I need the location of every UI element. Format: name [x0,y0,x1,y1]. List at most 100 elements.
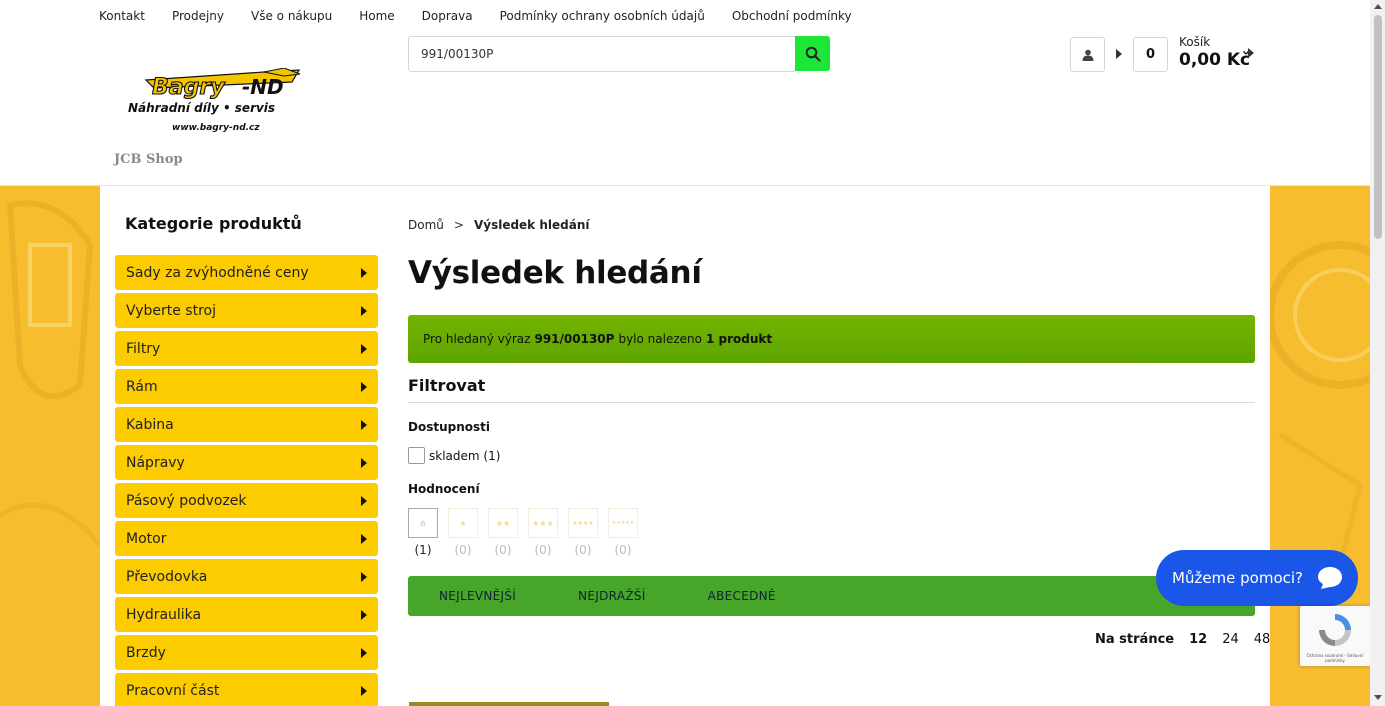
scrollbar-thumb[interactable] [1374,15,1382,239]
category-label: Nápravy [126,454,185,471]
rating-option-4[interactable]: ★★★★ (0) [568,508,598,557]
search-icon [805,46,821,62]
rating-filter: ☆ (1) ★ (0) ★★ (0) ★★★ (0) ★★★★ (0) ★★★★★ (0) [408,508,648,557]
breadcrumb-separator: > [453,218,464,232]
breadcrumb-current: Výsledek hledání [473,218,590,232]
cart-count-badge[interactable]: 0 [1133,37,1168,72]
rating-option-5[interactable]: ★★★★★ (0) [608,508,638,557]
star-icon[interactable]: ★★★ [528,508,558,538]
category-label: Sady za zvýhodněné ceny [126,264,309,281]
category-motor[interactable]: Motor [115,521,378,556]
sort-cheapest[interactable]: NEJLEVNĚJŠÍ [439,589,516,603]
star-icon[interactable]: ☆ [408,508,438,538]
account-arrow-icon[interactable] [1116,49,1122,59]
caret-right-icon [361,267,367,278]
category-label: Hydraulika [126,606,202,623]
category-brzdy[interactable]: Brzdy [115,635,378,670]
recaptcha-badge[interactable]: Ochrana soukromí - Smluvní podmínky [1300,606,1370,666]
sort-most-expensive[interactable]: NEJDRAŽŠÍ [578,589,645,603]
rating-option-1[interactable]: ★ (0) [448,508,478,557]
caret-right-icon [361,647,367,658]
chat-bubble-icon [1318,567,1342,589]
per-page-label: Na stránce [1095,632,1175,647]
category-hydraulika[interactable]: Hydraulika [115,597,378,632]
per-page-12[interactable]: 12 [1189,632,1207,647]
category-sady[interactable]: Sady za zvýhodněné ceny [115,255,378,290]
product-image[interactable] [409,702,609,706]
nav-link-home[interactable]: Home [359,9,394,23]
recaptcha-icon [1319,614,1351,646]
caret-right-icon [361,343,367,354]
rating-count: (1) [414,543,432,557]
category-label: Filtry [126,340,161,357]
per-page-48[interactable]: 48 [1254,632,1271,647]
sort-alphabetical[interactable]: ABECEDNĚ [708,589,776,603]
category-pracovni-cast[interactable]: Pracovní část [115,673,378,706]
category-label: Brzdy [126,644,166,661]
scroll-up-arrow-icon[interactable] [1374,4,1382,9]
logo-graphic: Bagry -ND Náhradní díly • servis www.bag… [128,67,301,133]
top-navigation: Kontakt Prodejny Vše o nákupu Home Dopra… [99,9,879,23]
chat-button[interactable] [1308,556,1352,600]
category-list: Sady za zvýhodněné ceny Vyberte stroj Fi… [115,255,378,706]
star-icon[interactable]: ★★★★ [568,508,598,538]
in-stock-label[interactable]: skladem (1) [429,449,500,463]
nav-link-kontakt[interactable]: Kontakt [99,9,145,23]
category-pasovy-podvozek[interactable]: Pásový podvozek [115,483,378,518]
rating-option-3[interactable]: ★★★ (0) [528,508,558,557]
page-scrollbar[interactable] [1370,0,1385,706]
category-kabina[interactable]: Kabina [115,407,378,442]
cart-label[interactable]: Košík [1179,35,1210,49]
availability-filter[interactable]: skladem (1) [408,447,500,464]
rating-count: (0) [454,543,472,557]
category-prevodovka[interactable]: Převodovka [115,559,378,594]
nav-link-vse-o-nakupu[interactable]: Vše o nákupu [251,9,332,23]
cart-total[interactable]: 0,00 Kč [1179,50,1250,70]
availability-title: Dostupnosti [408,420,490,434]
category-vyberte-stroj[interactable]: Vyberte stroj [115,293,378,328]
star-icon[interactable]: ★★★★★ [608,508,638,538]
rating-option-0[interactable]: ☆ (1) [408,508,438,557]
category-napravy[interactable]: Nápravy [115,445,378,480]
star-icon[interactable]: ★★ [488,508,518,538]
rating-option-2[interactable]: ★★ (0) [488,508,518,557]
breadcrumb-home[interactable]: Domů [408,218,444,232]
nav-link-prodejny[interactable]: Prodejny [172,9,224,23]
caret-right-icon [361,685,367,696]
search-button[interactable] [795,36,830,71]
nav-link-doprava[interactable]: Doprava [422,9,473,23]
user-icon [1082,49,1093,61]
category-ram[interactable]: Rám [115,369,378,404]
nav-link-terms[interactable]: Obchodní podmínky [732,9,852,23]
account-button[interactable] [1070,37,1105,72]
rating-count: (0) [574,543,592,557]
caret-right-icon [361,571,367,582]
caret-right-icon [361,495,367,506]
rating-count: (0) [494,543,512,557]
in-stock-checkbox[interactable] [408,447,425,464]
nav-link-privacy[interactable]: Podmínky ochrany osobních údajů [500,9,705,23]
page-title: Výsledek hledání [408,255,702,291]
rating-count: (0) [534,543,552,557]
result-middle: bylo nalezeno [618,332,702,346]
scroll-down-arrow-icon[interactable] [1374,695,1382,700]
per-page-24[interactable]: 24 [1222,632,1239,647]
caret-right-icon [361,609,367,620]
category-label: Rám [126,378,158,395]
rating-count: (0) [614,543,632,557]
search-input[interactable] [408,36,795,72]
category-label: Vyberte stroj [126,302,216,319]
svg-text:-ND: -ND [242,75,284,99]
chat-widget[interactable]: Můžeme pomoci? [1156,550,1358,606]
star-icon[interactable]: ★ [448,508,478,538]
result-count: 1 produkt [705,332,773,346]
search-result-message: Pro hledaný výraz 991/00130P bylo naleze… [408,315,1255,363]
site-logo[interactable]: Bagry -ND Náhradní díly • servis www.bag… [124,67,374,138]
cart-arrow-icon[interactable] [1248,48,1254,58]
sort-bar: NEJLEVNĚJŠÍ NEJDRAŽŠÍ ABECEDNĚ [408,576,1255,616]
chat-label[interactable]: Můžeme pomoci? [1172,569,1303,587]
category-label: Pracovní část [126,682,220,699]
category-filtry[interactable]: Filtry [115,331,378,366]
breadcrumb: Domů > Výsledek hledání [408,218,589,232]
recaptcha-text[interactable]: Ochrana soukromí - Smluvní podmínky [1302,653,1368,663]
